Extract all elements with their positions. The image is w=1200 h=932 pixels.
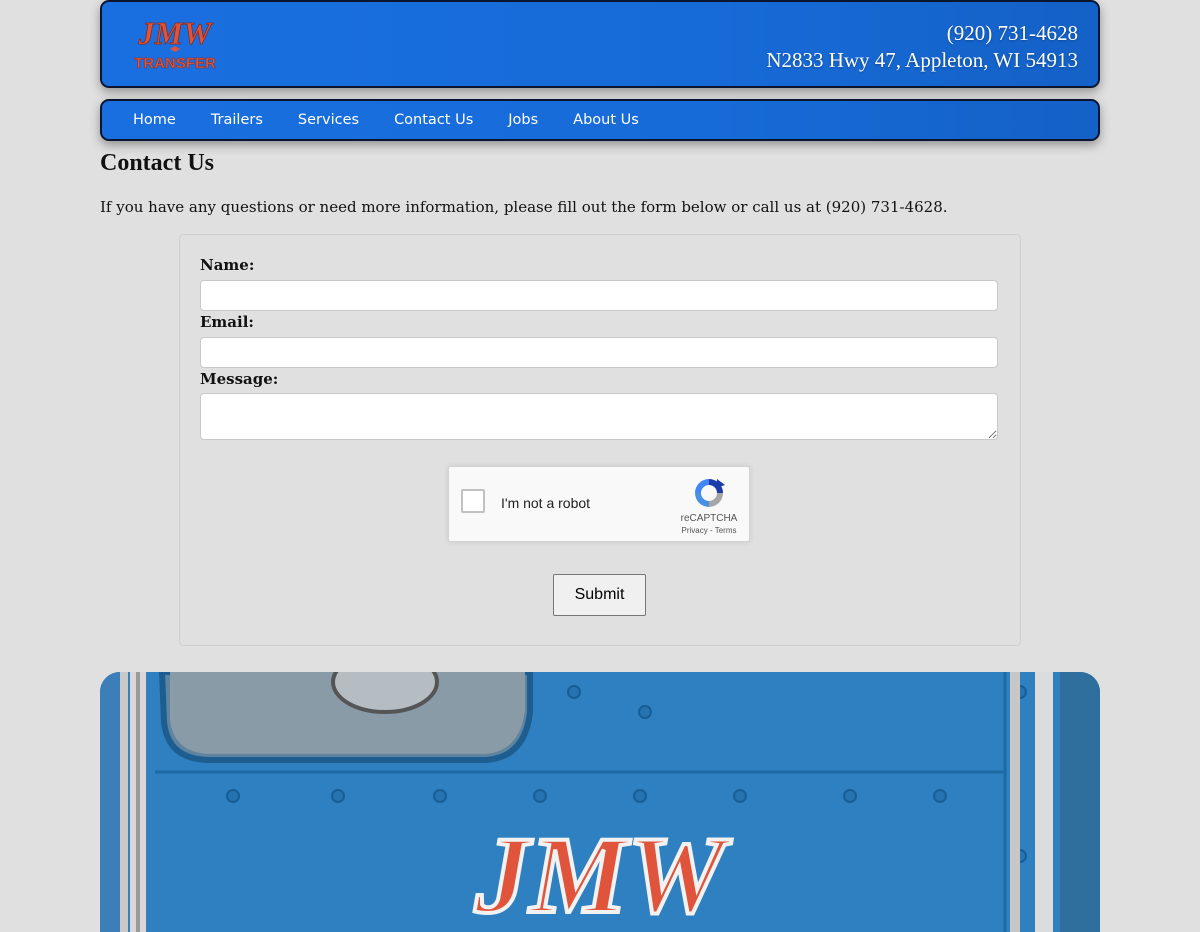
recaptcha-label: I'm not a robot (501, 495, 591, 511)
recaptcha-icon (695, 479, 725, 507)
nav-item-home[interactable]: Home (133, 112, 176, 128)
contact-form: Name: Email: Message: I'm not a robot re… (179, 234, 1021, 646)
name-label: Name: (200, 256, 255, 274)
truck-lettering: JMW (474, 814, 733, 932)
logo-graphic: JMW TRANSFER (134, 15, 216, 73)
nav-item-services[interactable]: Services (298, 112, 359, 128)
recaptcha-checkbox[interactable] (461, 489, 485, 513)
logo-text-top: JMW (138, 15, 214, 51)
header-address: N2833 Hwy 47, Appleton, WI 54913 (766, 48, 1078, 72)
header-phone[interactable]: (920) 731-4628 (766, 20, 1078, 47)
truck-door-image: JMW (100, 672, 1100, 932)
name-input[interactable] (200, 280, 998, 311)
site-logo[interactable]: JMW TRANSFER (120, 12, 230, 76)
main-nav: Home Trailers Services Contact Us Jobs A… (100, 99, 1100, 141)
recaptcha-brand: reCAPTCHA (680, 513, 738, 524)
submit-button[interactable]: Submit (553, 574, 646, 616)
email-input[interactable] (200, 337, 998, 368)
site-header: JMW TRANSFER (920) 731-4628 N2833 Hwy 47… (100, 0, 1100, 88)
logo-text-bottom: TRANSFER (134, 55, 216, 72)
intro-text: If you have any questions or need more i… (100, 198, 948, 216)
recaptcha-links[interactable]: Privacy - Terms (671, 526, 747, 535)
truck-photo: JMW (100, 672, 1100, 932)
email-label: Email: (200, 313, 254, 331)
message-label: Message: (200, 370, 279, 388)
recaptcha-widget: I'm not a robot reCAPTCHA Privacy - Term… (448, 466, 750, 542)
nav-item-jobs[interactable]: Jobs (508, 112, 538, 128)
header-contact: (920) 731-4628 N2833 Hwy 47, Appleton, W… (766, 20, 1078, 74)
nav-item-about-us[interactable]: About Us (573, 112, 639, 128)
message-textarea[interactable] (200, 393, 998, 440)
page-title: Contact Us (100, 150, 214, 176)
nav-item-trailers[interactable]: Trailers (211, 112, 263, 128)
nav-item-contact-us[interactable]: Contact Us (394, 112, 473, 128)
